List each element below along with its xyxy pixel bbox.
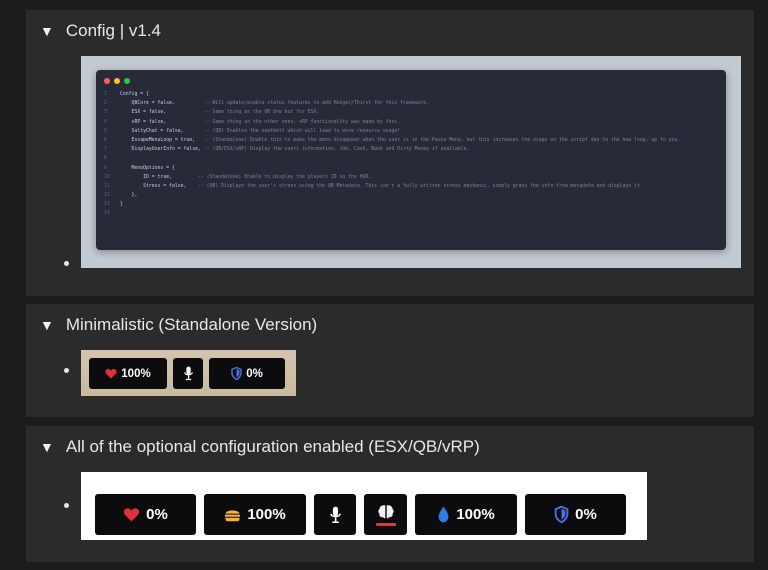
line-number: 4: [104, 119, 107, 125]
line-number: 5: [104, 128, 107, 134]
code-line: 10 ID = true, -- (Standalone) Enable to …: [102, 173, 680, 182]
brain-icon: [377, 504, 394, 518]
code-text: SaltyChat = false,: [120, 128, 204, 134]
all-options-title: All of the optional configuration enable…: [65, 437, 480, 456]
armor-indicator: 0%: [525, 494, 626, 535]
code-block: 1 Config = { 2 QBCore = false, -- Will upd…: [102, 90, 680, 219]
minimalistic-summary[interactable]: ▼ Minimalistic (Standalone Version): [40, 312, 317, 338]
microphone-icon: [329, 506, 341, 523]
heart-icon: [105, 368, 117, 379]
line-number: 6: [104, 137, 107, 143]
armor-indicator: 0%: [209, 358, 285, 389]
config-code-image: 1 Config = { 2 QBCore = false, -- Will upd…: [81, 56, 741, 268]
code-text: Stress = false,: [120, 183, 198, 189]
armor-value: 0%: [246, 367, 263, 380]
thirst-indicator: 100%: [415, 494, 517, 535]
code-line: 13}: [102, 200, 680, 209]
triangle-down-icon[interactable]: ▼: [40, 23, 54, 39]
code-text: EscapeMenuLoop = true,: [120, 137, 204, 143]
code-comment: -- Same thing as the QB One but for ESX.: [203, 110, 320, 116]
code-line: 12 },: [102, 191, 680, 200]
armor-value: 0%: [575, 506, 597, 523]
health-indicator: 100%: [89, 358, 167, 389]
config-summary[interactable]: ▼ Config | v1.4: [40, 18, 161, 44]
window-dots: [104, 78, 130, 84]
code-line: 14: [102, 209, 680, 218]
hunger-value: 100%: [247, 506, 286, 523]
voice-indicator: [314, 494, 356, 535]
health-value: 100%: [121, 367, 151, 380]
code-text: DisplayUserInfo = false,: [120, 147, 204, 153]
code-text: Config = {: [120, 92, 149, 97]
code-line: 1 Config = {: [102, 90, 680, 99]
close-dot: [104, 78, 110, 84]
line-number: 13: [104, 202, 110, 208]
line-number: 3: [104, 110, 107, 116]
health-indicator: 0%: [95, 494, 196, 535]
code-comment: -- (QB/ESX/vRP) Display the users inform…: [203, 147, 470, 153]
shield-icon: [231, 367, 242, 380]
heart-icon: [124, 508, 140, 522]
voice-indicator: [173, 358, 203, 389]
code-line: 2 QBCore = false, -- Will update/enable …: [102, 99, 680, 108]
code-text: MenuOptions = {: [120, 165, 175, 171]
list-bullet: [64, 503, 69, 508]
line-number: 1: [104, 92, 107, 97]
line-number: 8: [104, 156, 107, 162]
code-text: }: [120, 202, 123, 208]
config-section: ▼ Config | v1.4 1 Config = { 2 QBCore = fa…: [26, 10, 754, 296]
code-line: 11 Stress = false, -- (QB) Displays the …: [102, 182, 680, 191]
code-comment: -- (Standalone) Enable to display the pl…: [197, 174, 372, 180]
microphone-icon: [183, 366, 193, 381]
code-line: 5 SaltyChat = false, -- (QB) Enables the…: [102, 127, 680, 136]
stress-indicator: [364, 494, 407, 535]
minimize-dot: [114, 78, 120, 84]
code-text: ID = true,: [120, 174, 198, 180]
code-comment: -- Will update/enable status features to…: [203, 101, 430, 107]
hunger-indicator: 100%: [204, 494, 306, 535]
list-bullet: [64, 261, 69, 266]
code-window: 1 Config = { 2 QBCore = false, -- Will upd…: [96, 70, 726, 250]
code-line: 8: [102, 154, 680, 163]
line-number: 2: [104, 101, 107, 107]
thirst-value: 100%: [456, 506, 495, 523]
code-line: 4 vRP = false, -- Same thing as the othe…: [102, 118, 680, 127]
minimalistic-title: Minimalistic (Standalone Version): [65, 315, 318, 334]
code-comment: -- (QB) Enables the seatbelt which will …: [203, 128, 401, 134]
code-comment: -- (Standalone) Enable this to make the …: [203, 137, 681, 143]
line-number: 9: [104, 165, 107, 171]
water-drop-icon: [438, 506, 449, 523]
config-title: Config | v1.4: [65, 21, 161, 40]
triangle-down-icon[interactable]: ▼: [40, 317, 54, 333]
all-options-section: ▼ All of the optional configuration enab…: [26, 426, 754, 562]
line-number: 11: [104, 183, 110, 189]
burger-icon: [225, 509, 241, 521]
line-number: 14: [104, 211, 110, 217]
minimal-hud-image: 100% 0%: [81, 350, 296, 396]
code-text: vRP = false,: [120, 119, 204, 125]
code-comment: -- Same thing as the other ones. vRP fun…: [203, 119, 401, 125]
code-text: QBCore = false,: [120, 101, 204, 107]
line-number: 10: [104, 174, 110, 180]
minimalistic-section: ▼ Minimalistic (Standalone Version) 100%…: [26, 304, 754, 417]
code-text: ESX = false,: [120, 110, 204, 116]
shield-icon: [554, 506, 569, 523]
code-text: },: [120, 193, 138, 199]
code-line: 6 EscapeMenuLoop = true, -- (Standalone)…: [102, 136, 680, 145]
triangle-down-icon[interactable]: ▼: [40, 439, 54, 455]
line-number: 7: [104, 147, 107, 153]
code-line: 9 MenuOptions = {: [102, 164, 680, 173]
maximize-dot: [124, 78, 130, 84]
code-comment: -- (QB) Displays the user's stress using…: [197, 183, 643, 189]
stress-bar: [375, 522, 396, 526]
list-bullet: [64, 368, 69, 373]
all-options-summary[interactable]: ▼ All of the optional configuration enab…: [40, 434, 480, 460]
code-line: 3 ESX = false, -- Same thing as the QB O…: [102, 108, 680, 117]
code-line: 7 DisplayUserInfo = false, -- (QB/ESX/vR…: [102, 145, 680, 154]
full-hud-image: 0% 100% 100% 0%: [81, 472, 647, 540]
health-value: 0%: [146, 506, 168, 523]
line-number: 12: [104, 193, 110, 199]
